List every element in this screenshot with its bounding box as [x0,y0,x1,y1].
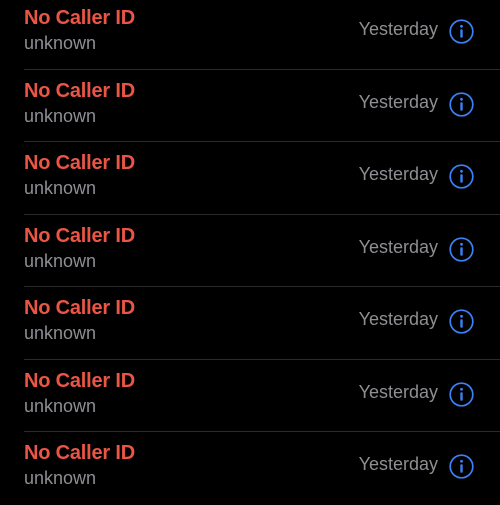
caller-name: No Caller ID [24,369,135,392]
call-time: Yesterday [358,236,438,257]
caller-name: No Caller ID [24,7,135,29]
info-icon[interactable] [449,236,474,262]
call-time: Yesterday [358,19,438,39]
info-icon[interactable] [449,91,474,117]
caller-label: unknown [24,105,97,126]
call-row[interactable]: No Caller ID unknown Yesterday [0,215,500,287]
call-time: Yesterday [358,454,438,474]
call-time: Yesterday [358,91,438,112]
call-row[interactable]: No Caller ID unknown Yesterday [0,287,500,360]
caller-label: unknown [24,178,97,198]
caller-label: unknown [24,33,97,53]
info-icon[interactable] [449,164,474,189]
caller-name: No Caller ID [24,442,135,464]
caller-label: unknown [24,468,97,488]
caller-name: No Caller ID [24,224,135,247]
info-icon[interactable] [449,19,474,44]
call-row[interactable]: No Caller ID unknown Yesterday [0,142,500,215]
info-icon[interactable] [449,381,474,407]
call-row[interactable]: No Caller ID unknown Yesterday [0,0,500,70]
info-icon[interactable] [449,309,474,334]
caller-label: unknown [24,250,97,271]
caller-name: No Caller ID [24,297,135,319]
call-time: Yesterday [358,164,438,184]
call-row[interactable]: No Caller ID unknown Yesterday [0,360,500,432]
call-row[interactable]: No Caller ID unknown Yesterday [0,432,500,505]
info-icon[interactable] [449,454,474,479]
caller-label: unknown [24,395,97,416]
caller-label: unknown [24,323,97,343]
caller-name: No Caller ID [24,152,135,174]
call-time: Yesterday [358,309,438,329]
caller-name: No Caller ID [24,79,135,102]
call-time: Yesterday [358,381,438,402]
recents-call-list: No Caller ID unknown Yesterday No Caller… [0,0,500,505]
call-row[interactable]: No Caller ID unknown Yesterday [0,70,500,142]
